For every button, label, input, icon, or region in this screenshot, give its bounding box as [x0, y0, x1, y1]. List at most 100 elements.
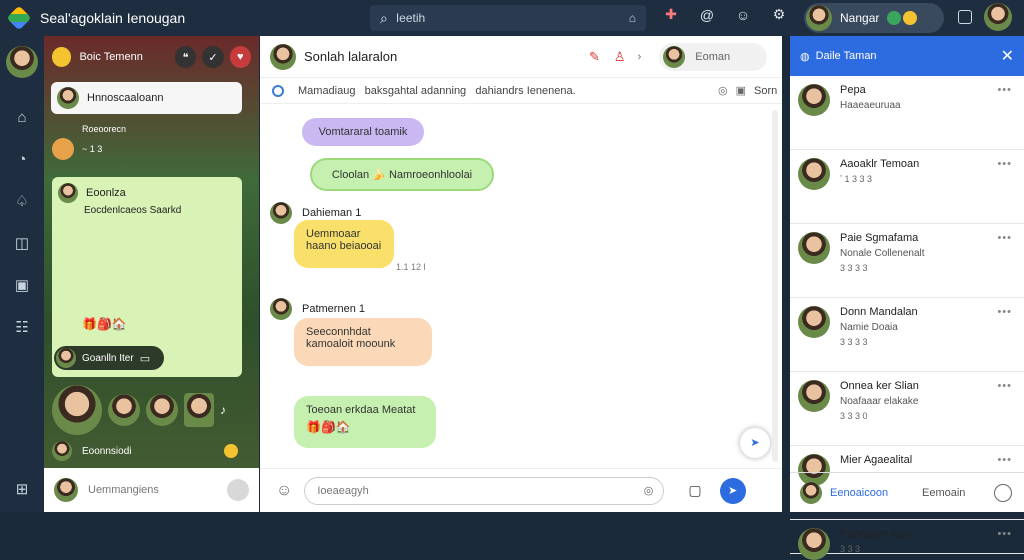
settings-icon[interactable]: [994, 483, 1012, 502]
attach-icon[interactable]: ◎: [644, 484, 654, 497]
pinned-chat-label: Hnnoscaaloann: [87, 92, 164, 104]
friend-item[interactable]: Aaoaklr Temoan ʼ 1 3 3 3 •••: [790, 150, 1024, 224]
message-text: Toeoan erkdaa Meatat: [306, 404, 416, 416]
at-icon[interactable]: @: [696, 7, 718, 23]
chat-scrollbar[interactable]: [772, 110, 778, 462]
friends-compose-left[interactable]: Eenoaicoon: [830, 487, 910, 499]
chat-subtitle: Mamadiaug baksgahtal adanning dahiandrs …: [298, 84, 576, 97]
image-icon[interactable]: ▣: [15, 264, 29, 306]
emoji-icon[interactable]: ☺: [276, 482, 292, 500]
avatar: [108, 394, 140, 426]
user-chip[interactable]: Nangar: [804, 3, 944, 33]
pinned-chat[interactable]: Hnnoscaaloann: [51, 82, 242, 114]
avatar: [798, 158, 830, 190]
friend-name: Donn Mandalan: [840, 306, 918, 318]
friend-item[interactable]: Panoaoor kalo 3 3 3 •••: [790, 520, 1024, 560]
more-icon[interactable]: •••: [997, 306, 1012, 318]
avatar: [54, 478, 78, 502]
emoji-icon: [224, 444, 238, 458]
pin-icon[interactable]: ✎: [589, 49, 600, 65]
group-item[interactable]: Eoonnsiodi: [52, 438, 244, 464]
friends-title: Daile Taman: [815, 50, 877, 62]
left-header-title: Boic Temenn: [79, 51, 143, 63]
story-item[interactable]: ~ 1 3: [52, 138, 102, 160]
voice-chip[interactable]: Goanlln Iter ▭: [54, 346, 164, 370]
info-icon: [272, 84, 284, 97]
profile-avatar[interactable]: [984, 3, 1012, 31]
left-compose[interactable]: Uemmangiens: [44, 468, 259, 512]
avatar: [270, 43, 296, 70]
emoji-icon: [903, 11, 918, 25]
compass-icon[interactable]: ◔: [17, 138, 26, 180]
friend-name: Mier Agaealital: [840, 454, 913, 466]
search-submit-icon[interactable]: ⌂: [629, 11, 636, 25]
archive-icon[interactable]: ▣: [736, 84, 746, 97]
close-icon[interactable]: ✕: [1001, 46, 1014, 66]
friend-meta: ʼ 1 3 3 3: [840, 174, 873, 184]
chat-tab[interactable]: Eoman: [659, 42, 768, 71]
message-input-placeholder: Ioeaeagyh: [317, 484, 369, 497]
friend-item[interactable]: Paie Sgmafama Nonale Collenenalt 3 3 3 3 ••…: [790, 224, 1024, 298]
voice-icon: ▭: [139, 352, 151, 365]
friend-meta: 3 3 3 0: [840, 411, 868, 421]
attach-icon[interactable]: ◎: [718, 84, 728, 97]
story-label: Roeoorecn: [82, 124, 127, 134]
avatar: [56, 348, 76, 368]
home-icon[interactable]: ⌂: [17, 96, 26, 138]
bell-icon[interactable]: ♤: [15, 180, 28, 222]
avatar: [184, 393, 214, 427]
more-icon[interactable]: •••: [997, 380, 1012, 392]
more-icon[interactable]: •••: [997, 158, 1012, 170]
sticker-icon[interactable]: ▢: [688, 482, 701, 499]
more-icon[interactable]: •••: [997, 232, 1012, 244]
check-icon[interactable]: ✓: [202, 46, 224, 68]
app-logo: [6, 5, 32, 31]
rail-avatar[interactable]: [6, 46, 38, 78]
emoji-icon: [52, 138, 74, 160]
notification-icon[interactable]: ✚: [660, 6, 682, 23]
scroll-down-icon[interactable]: ➤: [740, 428, 770, 458]
heart-icon[interactable]: ♥: [229, 46, 251, 68]
friend-meta: 3 3 3 3: [840, 263, 868, 273]
chat-header: Sonlah lalaralon ✎ ♙ › Eoman: [260, 36, 782, 78]
edit-icon[interactable]: ◫: [15, 222, 29, 264]
chat-icon[interactable]: ❝: [174, 46, 197, 68]
left-panel: Boic Temenn ❝ ✓ ♥ Hnnoscaaloann Roeoorec…: [44, 36, 259, 512]
avatar: [798, 84, 830, 116]
more-icon[interactable]: •••: [997, 454, 1012, 466]
avatar: [146, 394, 178, 426]
friend-meta: 3 3 3 3: [840, 337, 868, 347]
friend-name: Panoaoor kalo: [840, 528, 911, 540]
video-thumbnails[interactable]: ♪: [52, 384, 248, 436]
user-icon[interactable]: ♙: [614, 49, 626, 65]
more-icon[interactable]: •••: [997, 528, 1012, 540]
friends-header: ◍ Daile Taman ✕: [790, 36, 1024, 76]
group-icon[interactable]: ☷: [15, 306, 28, 348]
gear-icon[interactable]: ⚙: [768, 6, 790, 23]
friend-item[interactable]: Pepa Haaeaeuruaa •••: [790, 76, 1024, 150]
message-bubble: Vomtararal toamik: [302, 118, 424, 146]
story-count: ~ 1 3: [82, 144, 103, 154]
share-icon[interactable]: ›: [638, 51, 642, 63]
green-card-name: Eoonlza: [86, 187, 126, 199]
person-icon[interactable]: ☺: [732, 7, 754, 23]
send-button[interactable]: ➤: [719, 477, 746, 504]
friend-name: Aaoaklr Temoan: [840, 158, 920, 170]
friends-compose-right[interactable]: Eemoain: [922, 487, 965, 499]
avatar: [806, 5, 832, 31]
friend-item[interactable]: Onnea ker Slian Noafaaar elakake 3 3 3 0 ••…: [790, 372, 1024, 446]
status-icon: [887, 11, 902, 25]
message-input[interactable]: Ioeaeagyh ◎: [304, 476, 665, 505]
friend-status: Haaeaeuruaa: [840, 100, 901, 111]
window-icon[interactable]: [958, 10, 972, 24]
grid-icon[interactable]: ⊞: [16, 468, 29, 510]
message-bubble: Toeoan erkdaa Meatat 🎁🎒🏠: [294, 396, 436, 448]
friends-panel: ◍ Daile Taman ✕ Pepa Haaeaeuruaa ••• Aaoakl…: [790, 36, 1024, 560]
send-icon[interactable]: [227, 479, 249, 501]
mic-icon[interactable]: ♪: [220, 403, 226, 417]
search-input[interactable]: ⌕ Ieetih ⌂: [370, 5, 646, 31]
friend-item[interactable]: Donn Mandalan Namie Doaia 3 3 3 3 •••: [790, 298, 1024, 372]
sender-name: Patmernen 1: [302, 303, 365, 315]
more-icon[interactable]: •••: [997, 84, 1012, 96]
avatar: [663, 45, 686, 68]
